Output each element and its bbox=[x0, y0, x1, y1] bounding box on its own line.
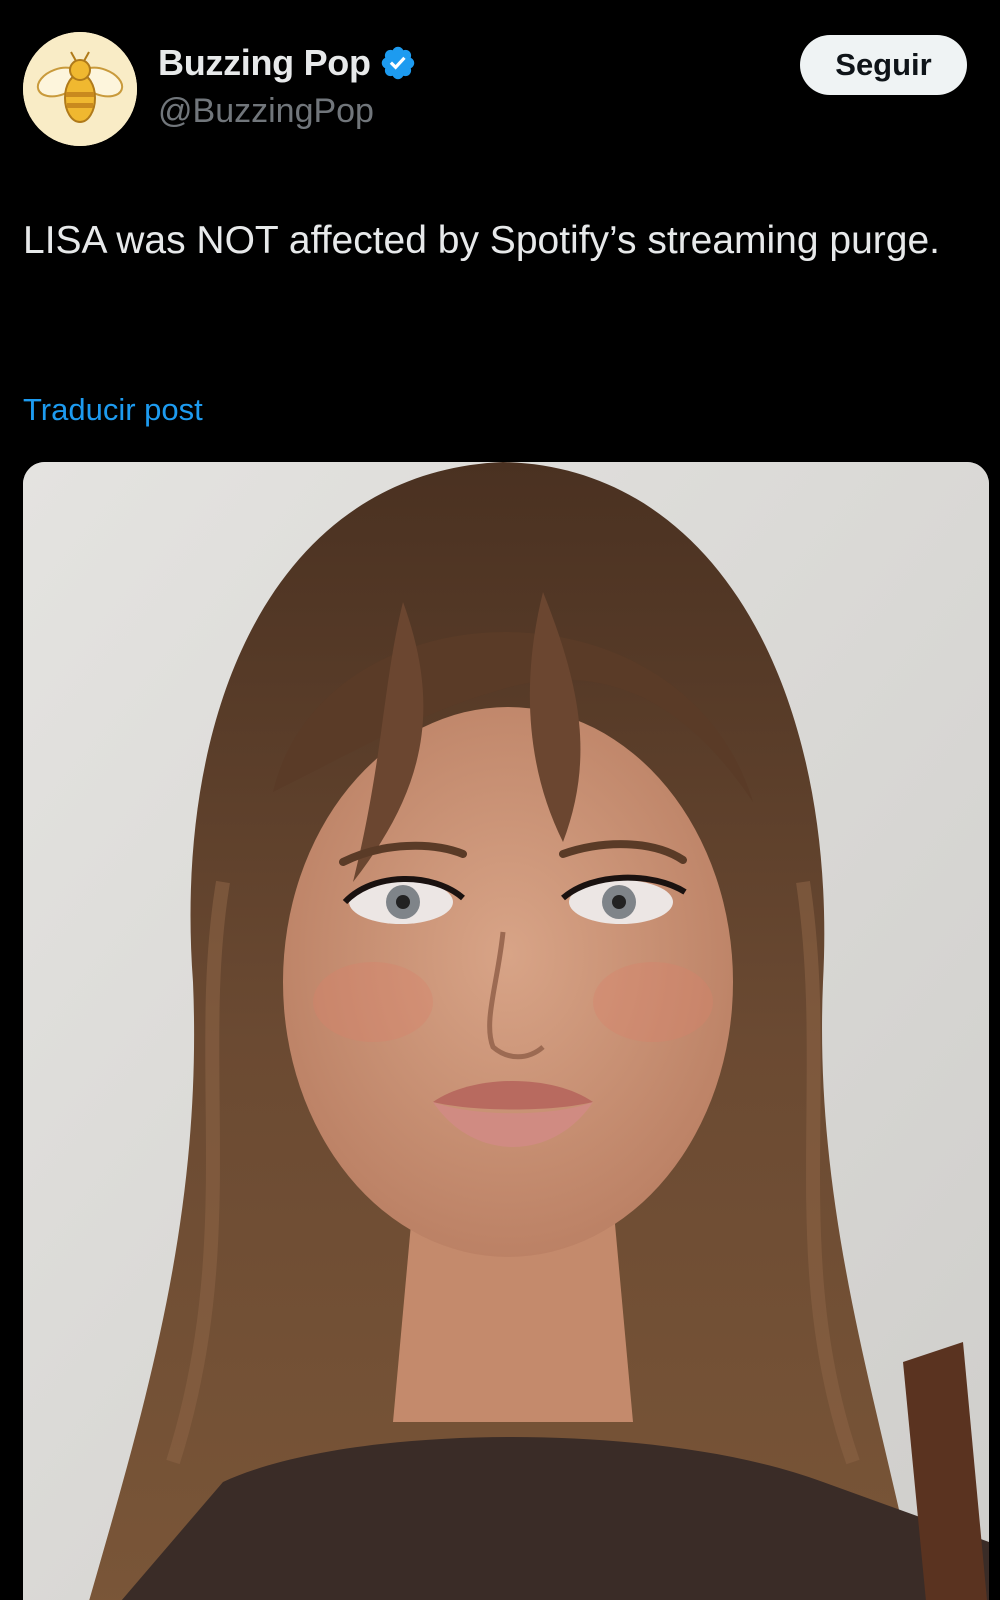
portrait-photo bbox=[23, 462, 989, 1600]
author-name-row: Buzzing Pop bbox=[158, 42, 417, 84]
post-media-photo[interactable] bbox=[23, 462, 989, 1600]
post-text: LISA was NOT affected by Spotify’s strea… bbox=[23, 219, 940, 262]
avatar[interactable] bbox=[23, 32, 137, 146]
author-display-name[interactable]: Buzzing Pop bbox=[158, 42, 371, 84]
follow-button[interactable]: Seguir bbox=[800, 35, 967, 95]
post-header: Buzzing Pop @BuzzingPop Seguir bbox=[0, 0, 1000, 180]
translate-post-link[interactable]: Traducir post bbox=[23, 392, 203, 428]
verified-badge-icon bbox=[381, 46, 414, 80]
post-detail: Buzzing Pop @BuzzingPop Seguir LISA was … bbox=[0, 0, 1000, 1600]
bee-icon bbox=[23, 32, 137, 146]
author-handle[interactable]: @BuzzingPop bbox=[158, 92, 374, 131]
